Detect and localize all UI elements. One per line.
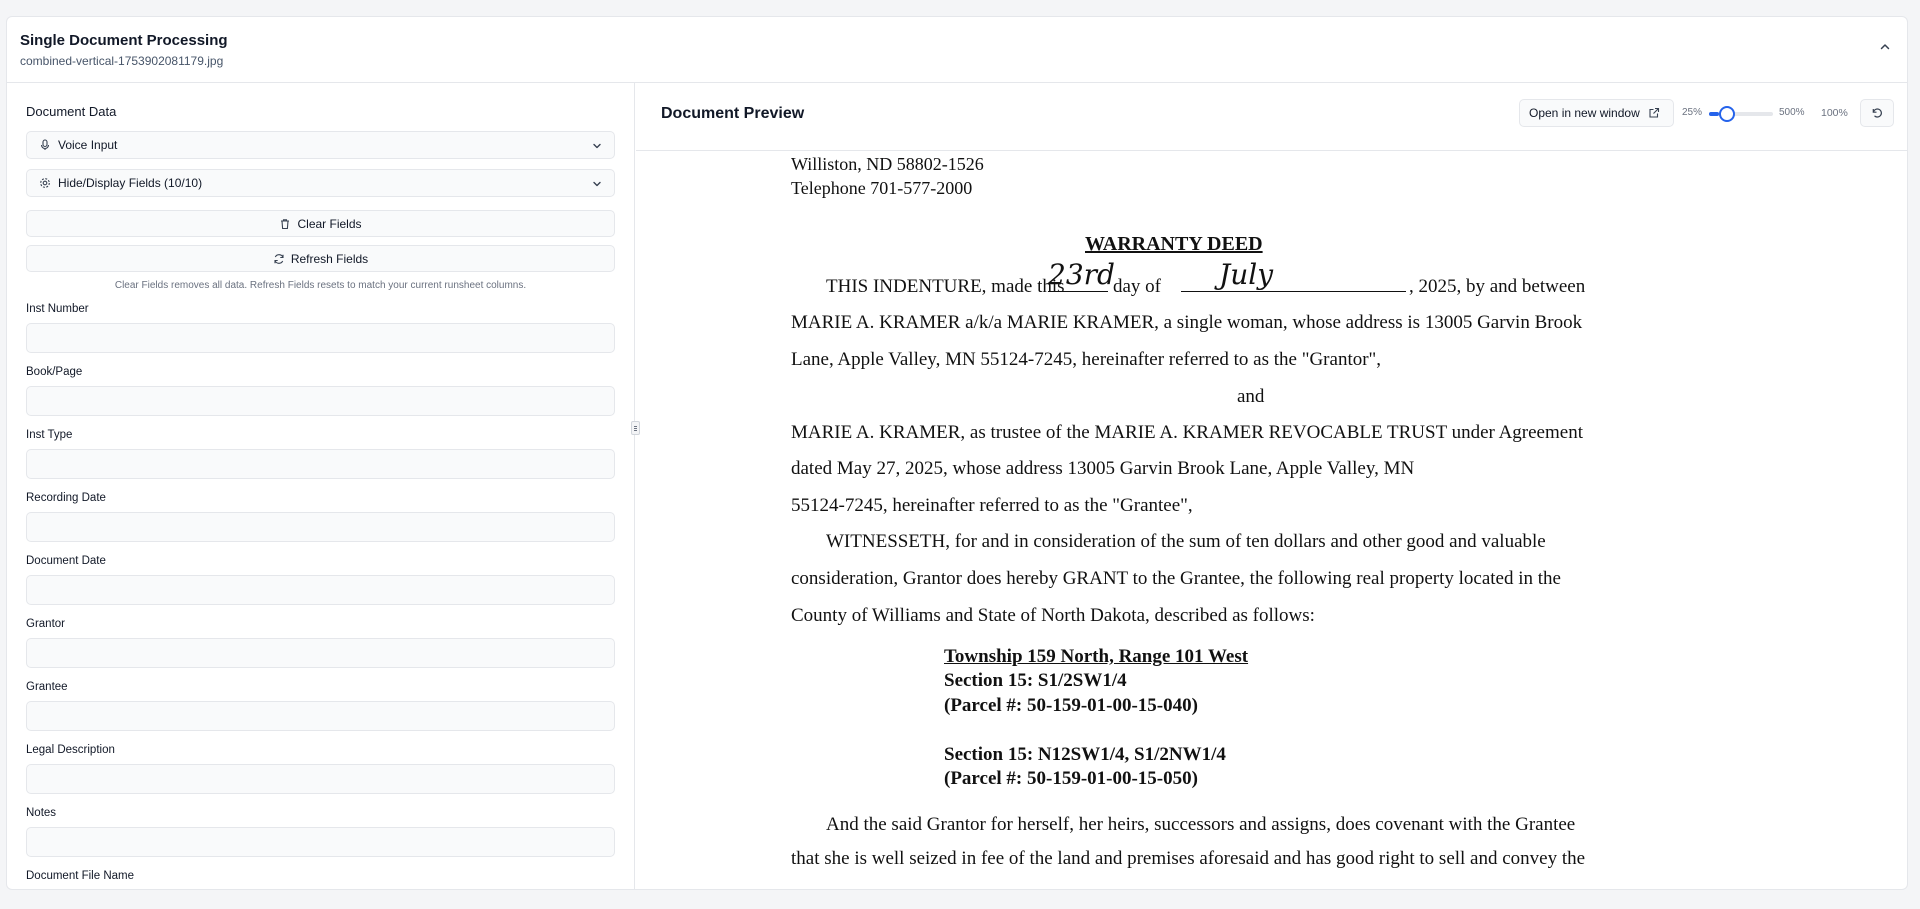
recording-date-input[interactable] (26, 512, 615, 542)
section-title: Document Data (26, 104, 117, 119)
field-label: Grantee (26, 681, 68, 693)
refresh-icon (274, 253, 284, 264)
doc-legal-line: Section 15: S1/2SW1/4 (944, 670, 1127, 691)
grantor-input[interactable] (26, 638, 615, 668)
document-data-panel: Document Data Voice Input Hide/Display F… (7, 83, 635, 889)
page-header: Single Document Processing combined-vert… (7, 17, 1907, 83)
field-label: Notes (26, 807, 57, 819)
collapse-button[interactable] (1873, 35, 1897, 59)
fields-visibility-toggle[interactable]: Hide/Display Fields (10/10) (26, 169, 615, 197)
app-window: Single Document Processing combined-vert… (6, 16, 1908, 890)
trash-icon (281, 218, 290, 229)
doc-heading: WARRANTY DEED (1085, 233, 1263, 255)
field-label: Inst Number (26, 303, 89, 315)
doc-text-line: MARIE A. KRAMER a/k/a MARIE KRAMER, a si… (791, 312, 1583, 333)
microphone-icon (39, 139, 51, 151)
fields-hint: Clear Fields removes all data. Refresh F… (114, 280, 527, 291)
document-preview-panel: Document Preview Open in new window 25% … (636, 83, 1907, 889)
zoom-max-label: 500% (1779, 107, 1805, 118)
zoom-slider-fill (1709, 112, 1720, 116)
doc-text-line: THIS INDENTURE, made this (826, 276, 1065, 297)
doc-text-line: that she is well seized in fee of the la… (791, 848, 1586, 869)
doc-text-line: day of (1113, 276, 1162, 297)
chevron-down-icon (593, 181, 601, 187)
field-label: Document Date (26, 555, 106, 567)
panel-resize-handle[interactable] (631, 421, 640, 435)
zoom-slider-thumb[interactable] (1719, 106, 1736, 122)
gear-icon (39, 177, 51, 189)
field-label: Grantor (26, 618, 65, 630)
doc-legal-line: (Parcel #: 50-159-01-00-15-040) (944, 695, 1198, 716)
doc-legal-line: Section 15: N12SW1/4, S1/2NW1/4 (944, 744, 1226, 765)
inst-type-input[interactable] (26, 449, 615, 479)
clear-fields-label: Clear Fields (297, 216, 362, 231)
field-label: Legal Description (26, 744, 115, 756)
clear-fields-button[interactable]: Clear Fields (26, 210, 615, 237)
reset-zoom-button[interactable] (1860, 99, 1894, 127)
field-label: Document File Name (26, 870, 135, 882)
refresh-fields-button[interactable]: Refresh Fields (26, 245, 615, 272)
doc-text-line: dated May 27, 2025, whose address 13005 … (791, 458, 1415, 479)
document-image: Williston, ND 58802-1526 Telephone 701-5… (636, 152, 1907, 889)
chevron-down-icon (593, 143, 601, 149)
legal-description-input[interactable] (26, 764, 615, 794)
notes-input[interactable] (26, 827, 615, 857)
doc-text-line: Lane, Apple Valley, MN 55124-7245, herei… (791, 349, 1382, 370)
doc-text-line: And the said Grantor for herself, her he… (826, 814, 1576, 835)
grantee-input[interactable] (26, 701, 615, 731)
doc-text-line: MARIE A. KRAMER, as trustee of the MARIE… (791, 422, 1583, 443)
doc-legal-line: Township 159 North, Range 101 West (944, 646, 1249, 667)
doc-phone-line: Telephone 701-577-2000 (791, 178, 973, 198)
rotate-ccw-icon (1872, 108, 1882, 118)
zoom-slider[interactable] (1709, 106, 1773, 122)
doc-legal-line: (Parcel #: 50-159-01-00-15-050) (944, 768, 1198, 789)
open-new-window-button[interactable]: Open in new window (1519, 99, 1674, 127)
field-label: Book/Page (26, 366, 83, 378)
file-name: combined-vertical-1753902081179.jpg (20, 54, 224, 68)
doc-text-line: County of Williams and State of North Da… (791, 605, 1315, 626)
doc-address-line: Williston, ND 58802-1526 (791, 154, 984, 174)
doc-handwritten-day: 23rd (1048, 258, 1115, 292)
preview-toolbar: Document Preview Open in new window 25% … (636, 83, 1907, 151)
preview-title: Document Preview (661, 105, 805, 122)
zoom-min-label: 25% (1682, 107, 1703, 118)
document-date-input[interactable] (26, 575, 615, 605)
voice-input-label: Voice Input (58, 138, 118, 152)
field-label: Recording Date (26, 492, 106, 504)
chevron-up-icon (1880, 44, 1890, 50)
external-link-icon (1649, 107, 1659, 118)
page-title: Single Document Processing (20, 32, 228, 49)
doc-text-line: and (1237, 386, 1265, 407)
open-new-window-label: Open in new window (1529, 106, 1640, 120)
fields-visibility-label: Hide/Display Fields (10/10) (58, 176, 203, 190)
doc-text-line: 55124-7245, hereinafter referred to as t… (791, 495, 1193, 516)
doc-text-line: WITNESSETH, for and in consideration of … (826, 531, 1546, 552)
voice-input-toggle[interactable]: Voice Input (26, 131, 615, 159)
doc-handwritten-month: July (1181, 258, 1406, 292)
book-page-input[interactable] (26, 386, 615, 416)
field-label: Inst Type (26, 429, 73, 441)
refresh-fields-label: Refresh Fields (290, 251, 369, 266)
doc-text-line: consideration, Grantor does hereby GRANT… (791, 568, 1561, 589)
zoom-current-label: 100% (1821, 107, 1848, 119)
doc-text-line: , 2025, by and between (1409, 276, 1586, 297)
inst-number-input[interactable] (26, 323, 615, 353)
